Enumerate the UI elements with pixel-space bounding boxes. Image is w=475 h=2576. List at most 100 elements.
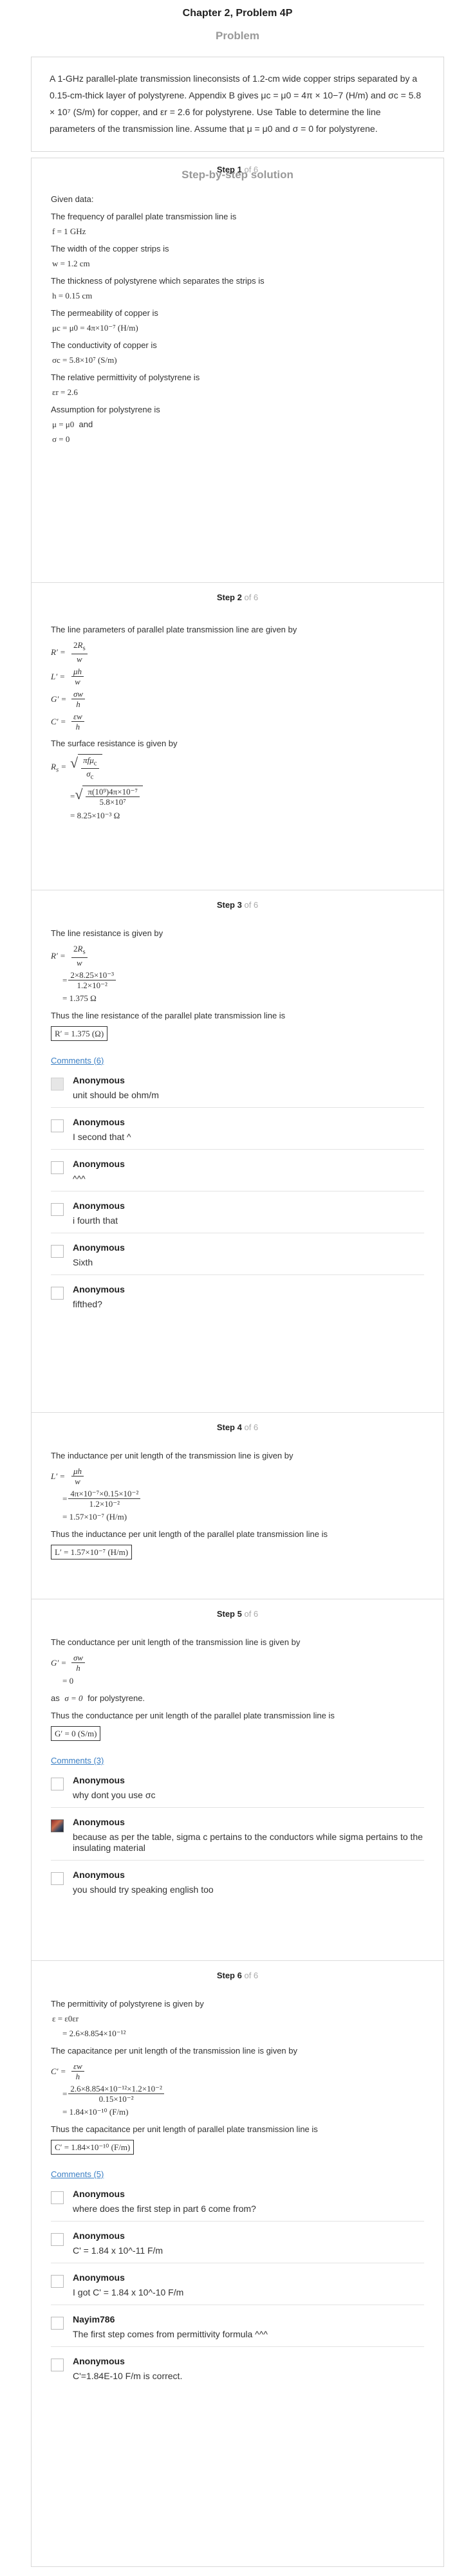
comment-author[interactable]: Anonymous	[73, 1775, 156, 1786]
fraction: 2×8.25×10⁻³ 1.2×10⁻²	[68, 970, 116, 990]
denominator: 1.2×10⁻²	[77, 980, 107, 990]
equation: μc = μ0 = 4π×10⁻⁷ (H/m)	[52, 323, 138, 333]
equation: h = 0.15 cm	[52, 291, 93, 300]
step-6-content: The permittivity of polystyrene is given…	[32, 1998, 443, 2388]
comment-author[interactable]: Anonymous	[73, 2231, 163, 2241]
step-1: Step 1 of 6 Given data: The frequency of…	[32, 158, 443, 583]
equation: = 1.375 Ω	[62, 993, 424, 1004]
comment-author[interactable]: Anonymous	[73, 1242, 125, 1253]
step-label: Step 4	[216, 1422, 242, 1432]
comment-author[interactable]: Anonymous	[73, 1159, 125, 1170]
conjunction: and	[79, 419, 93, 429]
equation-Rs-sub: = √ π(10⁹)4π×10⁻⁷ 5.8×10⁷	[70, 785, 424, 807]
comment-text: ^^^	[73, 1173, 86, 1184]
step-3-content: The line resistance is given by R′ = 2Rs…	[32, 928, 443, 1316]
equation: f = 1 GHz	[52, 226, 86, 236]
comments-link[interactable]: Comments (6)	[51, 1055, 104, 1066]
avatar[interactable]	[51, 2275, 64, 2288]
comment-text: I got C' = 1.84 x 10^-10 F/m	[73, 2287, 184, 2297]
avatar[interactable]	[51, 2191, 64, 2204]
symbol: G′ =	[51, 1658, 67, 1668]
avatar[interactable]	[51, 1872, 64, 1885]
text: The permeability of copper is	[51, 308, 158, 318]
comments-link[interactable]: Comments (5)	[51, 2169, 104, 2180]
comment-author[interactable]: Anonymous	[73, 1870, 214, 1881]
comment-author[interactable]: Anonymous	[73, 1201, 125, 1211]
comment-author[interactable]: Anonymous	[73, 2189, 256, 2200]
step-6-header: Step 6 of 6	[32, 1961, 443, 1980]
avatar[interactable]	[51, 1119, 64, 1132]
fraction: εw h	[71, 2061, 84, 2081]
step-5: Step 5 of 6 The conductance per unit len…	[32, 1599, 443, 1961]
step-label: Step 6	[216, 1971, 242, 1980]
result: = 1.57×10⁻⁷ (H/m)	[62, 1512, 127, 1522]
text: The relative permittivity of polystyrene…	[51, 373, 200, 382]
step-of: of 6	[244, 1971, 259, 1980]
avatar[interactable]	[51, 2359, 64, 2371]
step-of: of 6	[244, 165, 259, 174]
numerator: 2×8.25×10⁻³	[68, 970, 116, 980]
fraction: 2.6×8.854×10⁻¹²×1.2×10⁻² 0.15×10⁻²	[68, 2084, 164, 2104]
avatar[interactable]	[51, 1819, 64, 1832]
text: Given data:	[51, 194, 94, 204]
comments-link[interactable]: Comments (3)	[51, 1755, 104, 1766]
step-label: Step 3	[216, 900, 242, 910]
answer-box: G′ = 0 (S/m)	[51, 1726, 101, 1741]
avatar[interactable]	[51, 1202, 64, 1216]
step-4-header: Step 4 of 6	[32, 1413, 443, 1432]
comment-text: The first step comes from permittivity f…	[73, 2329, 268, 2339]
comment: Anonymous fifthed?	[51, 1278, 424, 1316]
step-1-content: Given data: The frequency of parallel pl…	[32, 194, 443, 445]
comment-author[interactable]: Nayim786	[73, 2314, 268, 2325]
text: The line resistance is given by	[51, 928, 163, 938]
comment-author[interactable]: Anonymous	[73, 1817, 424, 1828]
comment: Anonymous C'=1.84E-10 F/m is correct.	[51, 2350, 424, 2388]
avatar[interactable]	[51, 2233, 64, 2246]
text: Thus the capacitance per unit length of …	[51, 2124, 318, 2134]
comment: Anonymous i fourth that	[51, 1194, 424, 1233]
text: The width of the copper strips is	[51, 244, 169, 253]
comment-author[interactable]: Anonymous	[73, 2356, 182, 2367]
equation: σc = 5.8×10⁷ (S/m)	[52, 355, 117, 365]
text: as σ = 0 for polystyrene.	[51, 1693, 424, 1704]
avatar[interactable]	[51, 1778, 64, 1790]
avatar[interactable]	[51, 1286, 64, 1300]
text: The line parameters of parallel plate tr…	[51, 625, 297, 634]
step-label: Step 5	[216, 1609, 242, 1619]
denominator: 0.15×10⁻²	[98, 2094, 134, 2104]
comment: Anonymous because as per the table, sigma…	[51, 1810, 424, 1861]
equation: σ = 0	[52, 434, 70, 444]
step-1-header: Step 1 of 6	[32, 158, 443, 174]
comment: Anonymous you should try speaking english…	[51, 1863, 424, 1902]
fraction: σw h	[71, 689, 86, 709]
comment-text: because as per the table, sigma c pertai…	[73, 1832, 423, 1853]
equation: G′ = σw h	[51, 1653, 424, 1673]
step-label: Step 1	[216, 165, 242, 174]
comment-author[interactable]: Anonymous	[73, 1284, 125, 1295]
comment: Nayim786 The first step comes from permit…	[51, 2308, 424, 2347]
equation: w = 1.2 cm	[52, 259, 90, 268]
problem-card: A 1-GHz parallel-plate transmission line…	[31, 57, 444, 152]
fraction: μh w	[71, 1466, 84, 1486]
comment-text: fifthed?	[73, 1298, 102, 1309]
equation: C′ = εw h	[51, 2061, 424, 2081]
avatar[interactable]	[51, 1244, 64, 1258]
symbol: L′ =	[51, 671, 66, 681]
comment-author[interactable]: Anonymous	[73, 2272, 183, 2283]
text: The capacitance per unit length of the t…	[51, 2046, 297, 2056]
text: The permittivity of polystyrene is given…	[51, 1999, 204, 2009]
comment: Anonymous where does the first step in pa…	[51, 2182, 424, 2222]
step-5-header: Step 5 of 6	[32, 1599, 443, 1619]
comment-author[interactable]: Anonymous	[73, 1075, 159, 1086]
comment: Anonymous why dont you use σc	[51, 1769, 424, 1808]
comment-author[interactable]: Anonymous	[73, 1117, 131, 1128]
answer-box: L′ = 1.57×10⁻⁷ (H/m)	[51, 1545, 133, 1559]
avatar[interactable]	[51, 1077, 64, 1090]
comment-text: unit should be ohm/m	[73, 1089, 159, 1100]
result: = 1.84×10⁻¹⁰ (F/m)	[62, 2107, 129, 2117]
symbol: G′ =	[51, 694, 67, 704]
text: Thus the conductance per unit length of …	[51, 1711, 335, 1720]
avatar[interactable]	[51, 1161, 64, 1174]
avatar[interactable]	[51, 2317, 64, 2330]
step-3: Step 3 of 6 The line resistance is given…	[32, 890, 443, 1413]
